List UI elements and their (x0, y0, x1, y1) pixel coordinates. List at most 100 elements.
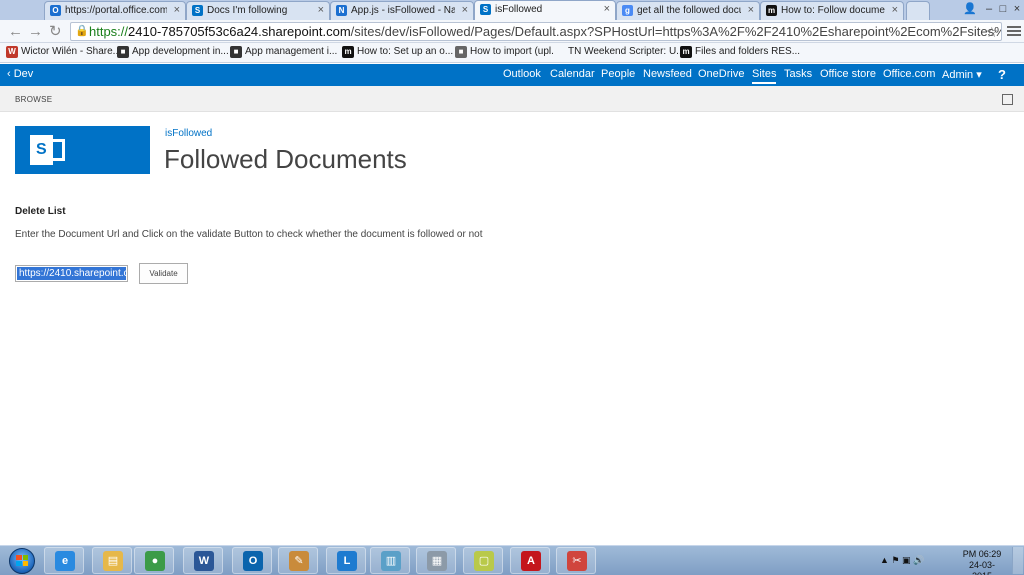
browse-tab[interactable]: BROWSE (15, 95, 52, 104)
address-bar-row: ← → ↻ 🔒 https://2410-785705f53c6a24.share… (0, 20, 1024, 43)
bookmark-label: Files and folders RES... (695, 46, 801, 57)
focus-on-content-icon[interactable] (1002, 94, 1013, 105)
tab-title: Docs I'm following (207, 5, 288, 16)
close-icon[interactable]: × (892, 4, 898, 16)
napa-favicon-icon: N (336, 5, 347, 16)
taskbar-app-snipping[interactable]: ✂ (556, 547, 596, 574)
site-title-link[interactable]: isFollowed (165, 128, 212, 139)
bookmark-item[interactable]: ■ How to import (upl... (455, 46, 560, 58)
acrobat-icon: A (521, 551, 541, 571)
tab-title: App.js - isFollowed - Napa (351, 5, 455, 16)
close-window-icon[interactable]: × (1010, 0, 1024, 18)
taskbar-app-paint[interactable]: ✎ (278, 547, 318, 574)
clock[interactable]: PM 06:29 24-03-2015 (960, 549, 1004, 575)
minimize-icon[interactable]: – (982, 0, 996, 18)
bookmark-item[interactable]: W Wictor Wilén - Share... (6, 46, 121, 58)
suite-link-calendar[interactable]: Calendar (550, 68, 595, 80)
browser-tab[interactable]: N App.js - isFollowed - Napa × (330, 1, 474, 20)
show-desktop-button[interactable] (1012, 547, 1023, 574)
taskbar-app-lync[interactable]: L (326, 547, 366, 574)
suite-link-sites[interactable]: Sites (752, 68, 777, 84)
bookmark-item[interactable]: TN Weekend Scripter: U... (553, 46, 685, 58)
maximize-icon[interactable]: □ (996, 0, 1010, 18)
browser-tab[interactable]: g get all the followed docum × (616, 1, 760, 20)
document-url-value: https://2410.sharepoint.com (17, 267, 126, 280)
spy-icon: W (6, 46, 18, 58)
url-host: 2410-785705f53c6a24.sharepoint.com (128, 24, 351, 39)
taskbar: e ▤ ● W O ✎ L ▥ ▦ ▢ A ✂ ▲ ⚑ ▣ 🔊 PM 06:29 24-03-2015 (0, 545, 1024, 575)
browser-tab[interactable]: O https://portal.office.com/ × (44, 1, 186, 20)
user-icon[interactable]: 👤 (960, 0, 980, 18)
technet-icon (553, 46, 565, 58)
explorer-icon: ▤ (103, 551, 123, 571)
bookmarks-bar: W Wictor Wilén - Share... ■ App developm… (0, 43, 1024, 63)
suite-bar: ‹ Dev Outlook Calendar People Newsfeed O… (0, 64, 1024, 86)
clock-date: 24-03-2015 (968, 560, 995, 575)
close-icon[interactable]: × (604, 3, 610, 15)
page-title: Followed Documents (164, 144, 407, 174)
snipping-icon: ✂ (567, 551, 587, 571)
browser-tab-active[interactable]: S isFollowed × (474, 0, 616, 20)
close-icon[interactable]: × (318, 4, 324, 16)
suite-link-admin[interactable]: Admin ▾ (942, 68, 982, 81)
suite-link-outlook[interactable]: Outlook (503, 68, 541, 80)
close-icon[interactable]: × (748, 4, 754, 16)
sharepoint-logo[interactable]: S (15, 126, 150, 174)
suite-link-people[interactable]: People (601, 68, 635, 80)
forward-arrow-icon[interactable]: → (28, 23, 43, 40)
help-icon[interactable]: ? (998, 67, 1006, 82)
msdn-favicon-icon: m (766, 5, 777, 16)
taskbar-app-outlook[interactable]: O (232, 547, 272, 574)
taskbar-app-chrome[interactable]: ● (134, 547, 174, 574)
document-url-input[interactable]: https://2410.sharepoint.com (15, 265, 128, 282)
taskbar-app-sticky[interactable]: ▢ (463, 547, 503, 574)
browser-tab[interactable]: S Docs I'm following × (186, 1, 330, 20)
sharepoint-logo-icon: S (30, 135, 53, 165)
taskbar-app-ie[interactable]: e (44, 547, 84, 574)
browser-tab[interactable]: m How to: Follow document × (760, 1, 904, 20)
taskbar-app-calculator[interactable]: ▦ (416, 547, 456, 574)
suite-link-office-store[interactable]: Office store (820, 68, 876, 80)
site-nav-label: Dev (13, 68, 34, 80)
page-icon: ■ (117, 46, 129, 58)
taskbar-app-word[interactable]: W (183, 547, 223, 574)
browser-tab-strip: O https://portal.office.com/ × S Docs I'… (0, 0, 1024, 20)
sharepoint-favicon-icon: S (480, 4, 491, 15)
tray-icons[interactable]: ▲ ⚑ ▣ 🔊 (880, 555, 924, 566)
lock-icon: 🔒 (75, 25, 89, 37)
msdn-icon: m (680, 46, 692, 58)
suite-link-tasks[interactable]: Tasks (784, 68, 812, 80)
taskbar-app-explorer[interactable]: ▤ (92, 547, 132, 574)
validate-button[interactable]: Validate (139, 263, 188, 284)
bookmark-star-icon[interactable]: ☆ (985, 24, 998, 40)
tab-title: isFollowed (495, 4, 543, 15)
screen: O https://portal.office.com/ × S Docs I'… (0, 0, 1024, 575)
taskbar-app-notepad[interactable]: ▥ (370, 547, 410, 574)
chrome-icon: ● (145, 551, 165, 571)
bookmark-label: How to import (upl... (470, 46, 560, 57)
reload-icon[interactable]: ↻ (49, 23, 62, 40)
suite-link-office-com[interactable]: Office.com (883, 68, 935, 80)
bookmark-item[interactable]: ■ App management i... (230, 46, 337, 58)
url-path: /sites/dev/isFollowed/Pages/Default.aspx… (350, 24, 1001, 39)
suite-link-newsfeed[interactable]: Newsfeed (643, 68, 692, 80)
bookmark-item[interactable]: m Files and folders RES... (680, 46, 801, 58)
msdn-icon: m (342, 46, 354, 58)
bookmark-item[interactable]: ■ App development in... (117, 46, 229, 58)
new-tab-button[interactable] (906, 1, 930, 20)
start-button[interactable] (4, 547, 40, 575)
url-bar[interactable]: 🔒 https://2410-785705f53c6a24.sharepoint.… (70, 22, 1002, 41)
taskbar-app-acrobat[interactable]: A (510, 547, 550, 574)
google-favicon-icon: g (622, 5, 633, 16)
tab-title: get all the followed docum (637, 5, 741, 16)
bookmark-item[interactable]: m How to: Set up an o... (342, 46, 453, 58)
back-arrow-icon[interactable]: ← (8, 23, 23, 40)
close-icon[interactable]: × (174, 4, 180, 16)
office-favicon-icon: O (50, 5, 61, 16)
site-nav-dev[interactable]: ‹ Dev (7, 68, 33, 80)
sticky-icon: ▢ (474, 551, 494, 571)
close-icon[interactable]: × (462, 4, 468, 16)
suite-link-onedrive[interactable]: OneDrive (698, 68, 744, 80)
menu-icon[interactable] (1007, 24, 1021, 38)
clock-time: PM 06:29 (962, 549, 1002, 559)
